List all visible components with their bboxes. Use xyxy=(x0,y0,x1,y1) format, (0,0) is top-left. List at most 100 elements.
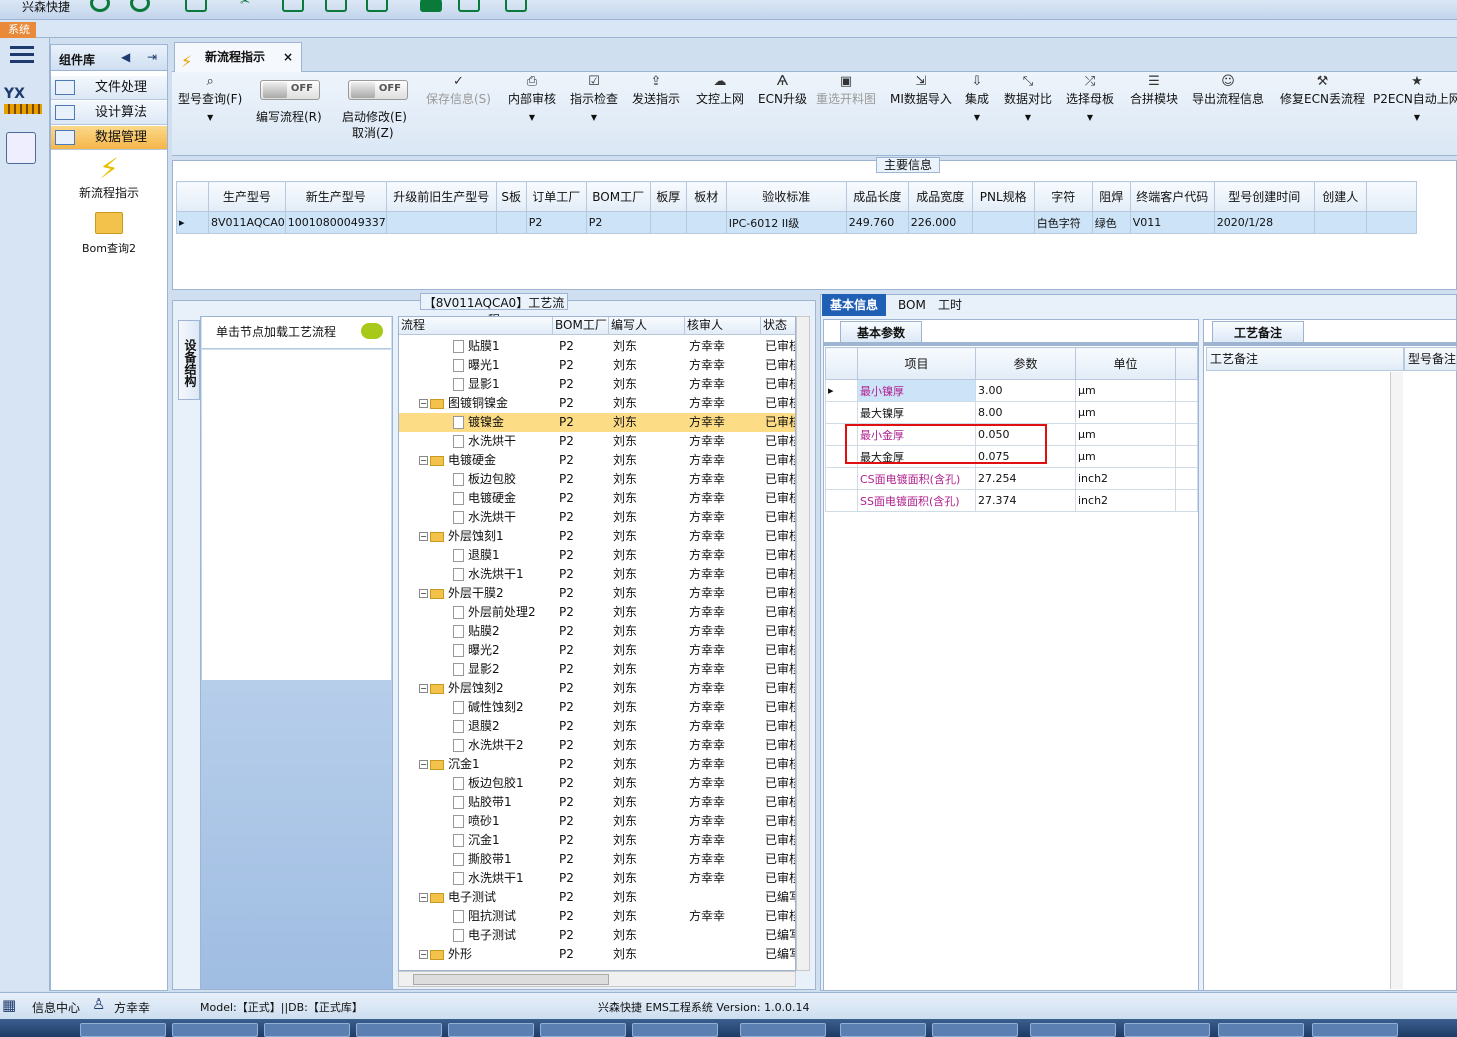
col-header[interactable]: 终端客户代码 xyxy=(1129,181,1215,212)
mi-data-import-button[interactable]: ⇲ MI数据导入 xyxy=(890,74,952,107)
tree-row[interactable]: 退膜2 P2 刘东 方幸幸 已审核 xyxy=(399,717,795,736)
table-cell[interactable] xyxy=(495,211,527,234)
tree-row[interactable]: 电镀硬金 P2 刘东 方幸幸 已审核 xyxy=(399,489,795,508)
tree-node[interactable]: 电子测试 xyxy=(453,926,553,945)
lib-item-file-processing[interactable]: 文件处理 xyxy=(51,76,167,100)
tree-node[interactable]: 板边包胶1 xyxy=(453,774,553,793)
taskbar-app[interactable] xyxy=(172,1023,258,1037)
tree-node[interactable]: 贴胶带1 xyxy=(453,793,553,812)
close-icon[interactable]: × xyxy=(283,43,293,71)
col-header[interactable]: 成品宽度 xyxy=(907,181,973,212)
instruction-check-button[interactable]: ☑ 指示检查 ▼ xyxy=(570,74,618,122)
select-mother-board-button[interactable]: ⤮ 选择母板 ▼ xyxy=(1066,74,1114,122)
table-cell[interactable]: IPC-6012 II级 xyxy=(725,211,847,234)
windows-grid-icon[interactable]: ▦ xyxy=(2,996,16,1014)
tree-node[interactable]: − 外层干膜2 xyxy=(419,584,553,603)
table-cell[interactable] xyxy=(649,211,687,234)
tree-node[interactable]: 贴膜2 xyxy=(453,622,553,641)
table-cell[interactable] xyxy=(971,211,1035,234)
tree-row[interactable]: 显影1 P2 刘东 方幸幸 已审核 xyxy=(399,375,795,394)
tree-node[interactable]: 显影2 xyxy=(453,660,553,679)
tree-row[interactable]: 阻抗测试 P2 刘东 方幸幸 已审核 xyxy=(399,907,795,926)
doc-control-online-button[interactable]: ☁ 文控上网 xyxy=(696,74,744,107)
param-row[interactable]: CS面电镀面积(含孔) 27.254 inch2 xyxy=(825,467,1198,490)
taskbar-app[interactable] xyxy=(80,1023,166,1037)
taskbar-app[interactable] xyxy=(632,1023,718,1037)
collapse-icon[interactable]: − xyxy=(419,760,428,769)
tree-row[interactable]: 贴胶带1 P2 刘东 方幸幸 已审核 xyxy=(399,793,795,812)
export-process-info-button[interactable]: ☺ 导出流程信息 xyxy=(1192,74,1264,107)
col-writer[interactable]: 编写人 xyxy=(609,317,685,335)
tree-row[interactable]: 贴膜2 P2 刘东 方幸幸 已审核 xyxy=(399,622,795,641)
table-cell[interactable]: 249.760 xyxy=(845,211,909,234)
param-item[interactable]: 最大镍厚 xyxy=(857,401,976,424)
tree-node[interactable]: 退膜1 xyxy=(453,546,553,565)
tree-row[interactable]: 水洗烘干 P2 刘东 方幸幸 已审核 xyxy=(399,432,795,451)
param-row[interactable]: ▸ 最小镍厚 3.00 μm xyxy=(825,379,1198,402)
param-value[interactable]: 3.00 xyxy=(975,379,1076,402)
tree-row[interactable]: 碱性蚀刻2 P2 刘东 方幸幸 已审核 xyxy=(399,698,795,717)
taskbar-app[interactable] xyxy=(1312,1023,1398,1037)
taskbar-app[interactable] xyxy=(448,1023,534,1037)
col-process[interactable]: 流程 xyxy=(399,317,553,335)
save-info-button[interactable]: ✓ 保存信息(S) xyxy=(426,74,491,107)
tree-node[interactable]: 退膜2 xyxy=(453,717,553,736)
internal-review-button[interactable]: ⎙ 内部审核 ▼ xyxy=(508,74,556,122)
tree-node[interactable]: 水洗烘干1 xyxy=(453,565,553,584)
side-tab-device-structure[interactable]: 设备结构 xyxy=(178,320,200,400)
write-process-toggle[interactable]: OFF xyxy=(260,80,320,100)
tree-row[interactable]: 水洗烘干2 P2 刘东 方幸幸 已审核 xyxy=(399,736,795,755)
table-cell[interactable]: V011 xyxy=(1129,211,1215,234)
param-item[interactable]: SS面电镀面积(含孔) xyxy=(857,489,976,512)
tree-row[interactable]: 曝光2 P2 刘东 方幸幸 已审核 xyxy=(399,641,795,660)
col-header[interactable]: 成品长度 xyxy=(845,181,909,212)
tree-node[interactable]: 水洗烘干2 xyxy=(453,736,553,755)
col-header[interactable]: S板 xyxy=(495,181,527,212)
tree-row[interactable]: 镀镍金 P2 刘东 方幸幸 已审核 xyxy=(399,413,795,432)
collapse-left-icon[interactable]: ◀ xyxy=(121,50,130,64)
param-value[interactable]: 27.374 xyxy=(975,489,1076,512)
taskbar-app[interactable] xyxy=(932,1023,1018,1037)
data-compare-button[interactable]: ⤡ 数据对比 ▼ xyxy=(1004,74,1052,122)
tree-row[interactable]: − 沉金1 P2 刘东 方幸幸 已审核 xyxy=(399,755,795,774)
scroll-thumb[interactable] xyxy=(413,974,609,985)
col-header[interactable]: 生产型号 xyxy=(208,181,286,212)
col-item[interactable]: 项目 xyxy=(857,347,976,380)
tree-node[interactable]: − 图镀铜镍金 xyxy=(419,394,553,413)
tree-row[interactable]: 退膜1 P2 刘东 方幸幸 已审核 xyxy=(399,546,795,565)
table-row[interactable]: ▸ 8V011AQCA0 10010800049337 P2 P2 IPC-6012 II… xyxy=(176,211,1417,234)
lib-item-design-algorithm[interactable]: 设计算法 xyxy=(51,101,167,125)
tree-row[interactable]: 板边包胶1 P2 刘东 方幸幸 已审核 xyxy=(399,774,795,793)
structure-tree-area[interactable] xyxy=(202,350,391,680)
table-cell[interactable]: P2 xyxy=(525,211,587,234)
col-header[interactable]: 验收标准 xyxy=(725,181,847,212)
taskbar-app[interactable] xyxy=(740,1023,826,1037)
param-row[interactable]: 最大镍厚 8.00 μm xyxy=(825,401,1198,424)
grid-icon[interactable] xyxy=(185,0,207,12)
col-header[interactable]: 订单工厂 xyxy=(525,181,587,212)
table-cell[interactable] xyxy=(385,211,497,234)
tree-node[interactable]: 镀镍金 xyxy=(453,413,553,432)
yx-app-icon[interactable]: YX xyxy=(4,86,42,120)
tab-work-hours[interactable]: 工时 xyxy=(930,294,970,316)
tree-node[interactable]: 水洗烘干 xyxy=(453,508,553,527)
scissors-icon[interactable]: ✂ xyxy=(240,0,262,12)
table-cell[interactable]: 226.000 xyxy=(907,211,973,234)
repair-ecn-process-button[interactable]: ⚒ 修复ECN丢流程 xyxy=(1280,74,1365,107)
process-notes-vscrollbar[interactable] xyxy=(1390,372,1403,989)
collapse-icon[interactable]: − xyxy=(419,893,428,902)
tree-row[interactable]: 沉金1 P2 刘东 方幸幸 已审核 xyxy=(399,831,795,850)
lifebuoy-icon[interactable] xyxy=(130,0,150,12)
col-header[interactable]: PNL规格 xyxy=(971,181,1035,212)
col-header[interactable]: 字符 xyxy=(1033,181,1093,212)
tree-row[interactable]: 水洗烘干1 P2 刘东 方幸幸 已审核 xyxy=(399,869,795,888)
start-modify-toggle[interactable]: OFF xyxy=(348,80,408,100)
tree-node[interactable]: 曝光2 xyxy=(453,641,553,660)
tree-node[interactable]: 撕胶带1 xyxy=(453,850,553,869)
tree-row[interactable]: 曝光1 P2 刘东 方幸幸 已审核 xyxy=(399,356,795,375)
process-tree[interactable]: 流程 BOM工厂 编写人 核审人 状态 贴膜1P2刘东方幸幸已审核曝光1P2刘东… xyxy=(398,316,796,971)
reselect-cutting-map-button[interactable]: ▣ 重选开料图 xyxy=(816,74,876,107)
collapse-icon[interactable]: − xyxy=(419,456,428,465)
tree-node[interactable]: 阻抗测试 xyxy=(453,907,553,926)
col-header[interactable]: 创建人 xyxy=(1313,181,1367,212)
